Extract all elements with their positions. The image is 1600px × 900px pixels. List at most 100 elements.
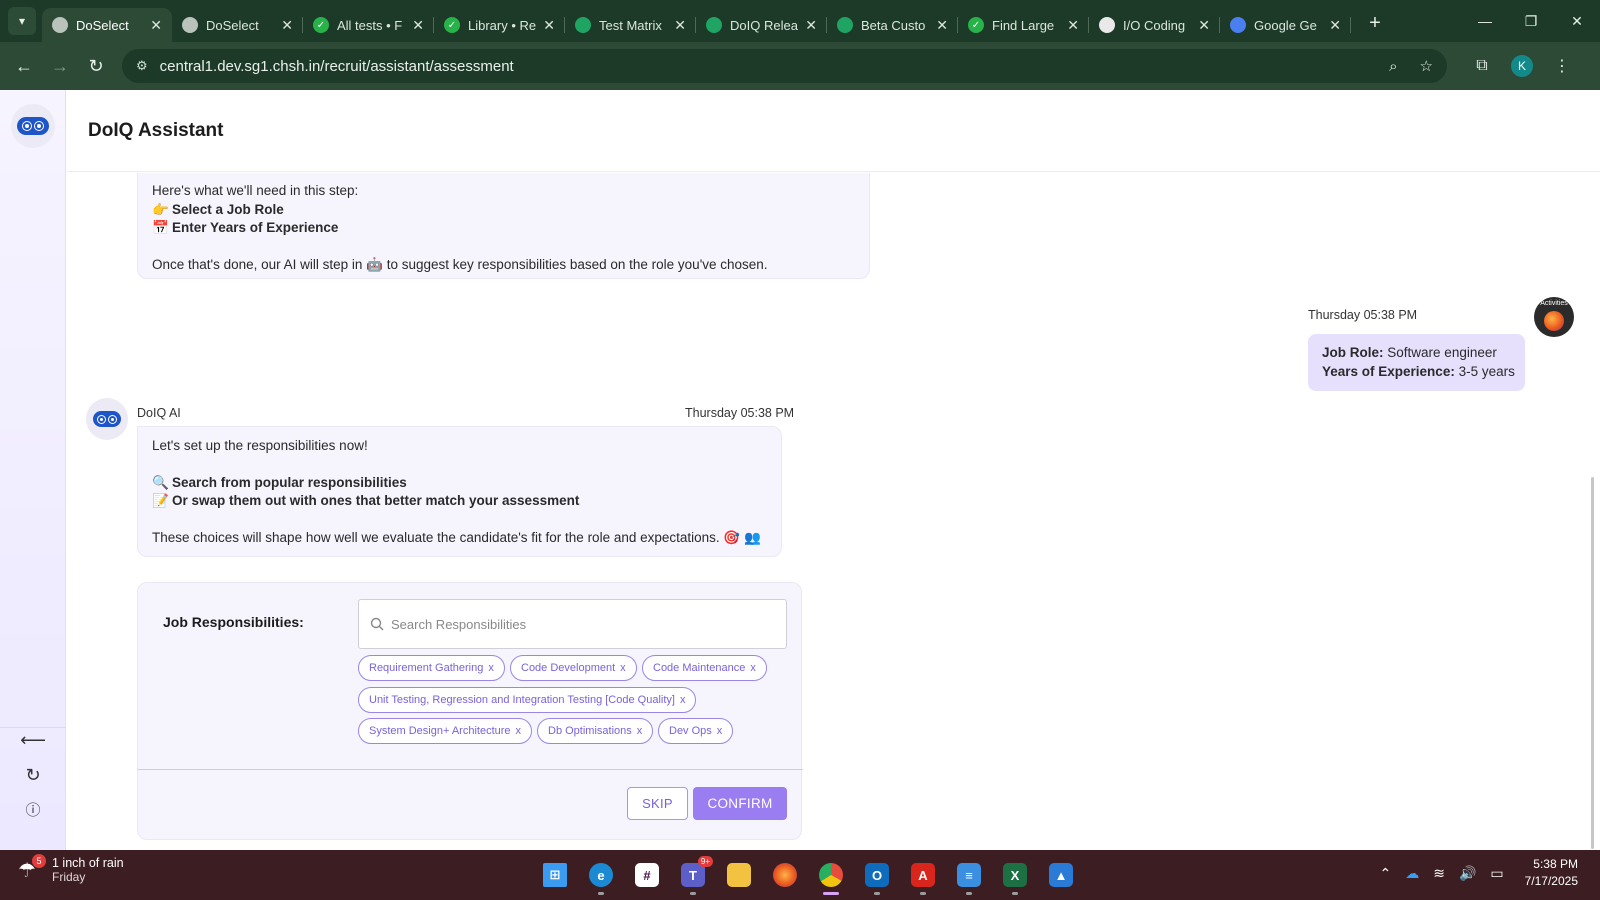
clock[interactable]: 5:38 PM 7/17/2025 bbox=[1525, 856, 1578, 890]
bookmark-star-icon[interactable]: ☆ bbox=[1420, 57, 1433, 75]
close-tab-icon[interactable]: ✕ bbox=[412, 17, 424, 34]
browser-tab[interactable]: I/O Coding ✕ bbox=[1089, 8, 1220, 42]
notepad-icon: ≡ bbox=[957, 863, 981, 887]
reload-button[interactable]: ↻ bbox=[78, 56, 114, 77]
taskbar-notepad[interactable]: ≡ bbox=[946, 858, 992, 895]
remove-chip-icon[interactable]: x bbox=[488, 662, 494, 674]
remove-chip-icon[interactable]: x bbox=[620, 662, 626, 674]
zoom-icon[interactable]: ⌕ bbox=[1389, 58, 1397, 75]
browser-tab[interactable]: ✓ Library • Re ✕ bbox=[434, 8, 565, 42]
close-tab-icon[interactable]: ✕ bbox=[674, 17, 686, 34]
field-value: 3-5 years bbox=[1458, 363, 1515, 379]
browser-tab[interactable]: Beta Custo ✕ bbox=[827, 8, 958, 42]
search-input[interactable] bbox=[391, 616, 771, 632]
wifi-icon[interactable]: ≋ bbox=[1433, 865, 1445, 882]
responsibility-chip[interactable]: Db Optimisations x bbox=[537, 718, 654, 744]
browser-menu-icon[interactable]: ⋮ bbox=[1545, 56, 1579, 76]
responsibility-chip[interactable]: Requirement Gathering x bbox=[358, 655, 505, 681]
forward-button[interactable]: → bbox=[42, 56, 78, 77]
responsibility-chip[interactable]: Code Development x bbox=[510, 655, 637, 681]
clock-time: 5:38 PM bbox=[1533, 857, 1578, 871]
message-item: Select a Job Role bbox=[172, 201, 284, 217]
profile-avatar[interactable]: K bbox=[1511, 55, 1533, 77]
ai-message-bubble: Let's set up the responsibilities now! 🔍… bbox=[137, 426, 782, 557]
remove-chip-icon[interactable]: x bbox=[717, 725, 723, 737]
refresh-icon[interactable]: ↻ bbox=[20, 762, 46, 788]
start-button[interactable]: ⊞ bbox=[532, 858, 578, 892]
clock-date: 7/17/2025 bbox=[1524, 874, 1578, 888]
remove-chip-icon[interactable]: x bbox=[516, 725, 522, 737]
tab-label: DoSelect bbox=[206, 17, 259, 33]
taskbar-edge[interactable]: e bbox=[578, 858, 624, 895]
taskbar-firefox[interactable] bbox=[762, 858, 808, 892]
openai-icon bbox=[1099, 17, 1115, 33]
confirm-button[interactable]: CONFIRM bbox=[693, 787, 787, 820]
window-controls: — ❐ ✕ bbox=[1462, 0, 1600, 42]
new-tab-button[interactable]: + bbox=[1361, 12, 1389, 35]
browser-tab[interactable]: ✓ All tests • F ✕ bbox=[303, 8, 434, 42]
taskbar-slack[interactable]: # bbox=[624, 858, 670, 892]
scrollbar[interactable] bbox=[1591, 477, 1594, 849]
taskbar-excel[interactable]: X bbox=[992, 858, 1038, 895]
back-arrow-icon[interactable]: ⟵ bbox=[20, 727, 46, 753]
avatar-label: Activities bbox=[1540, 300, 1568, 307]
remove-chip-icon[interactable]: x bbox=[637, 725, 643, 737]
tab-label: Test Matrix bbox=[599, 17, 662, 33]
close-tab-icon[interactable]: ✕ bbox=[1067, 17, 1079, 34]
browser-tab[interactable]: DoSelect ✕ bbox=[42, 8, 172, 42]
tab-search-button[interactable]: ▾ bbox=[8, 7, 36, 35]
sheets-icon bbox=[575, 17, 591, 33]
firefox-logo-icon bbox=[1544, 311, 1564, 331]
taskbar-explorer[interactable] bbox=[716, 858, 762, 892]
message-text: Here's what we'll need in this step: bbox=[152, 183, 359, 198]
responsibility-chip[interactable]: System Design+ Architecture x bbox=[358, 718, 533, 744]
chevron-up-icon[interactable]: ⌃ bbox=[1379, 865, 1391, 882]
sender-name: DoIQ AI bbox=[137, 406, 181, 420]
skip-button[interactable]: SKIP bbox=[627, 787, 688, 820]
browser-tab[interactable]: Test Matrix ✕ bbox=[565, 8, 696, 42]
browser-tab[interactable]: DoSelect ✕ bbox=[172, 8, 303, 42]
browser-tab[interactable]: DoIQ Relea ✕ bbox=[696, 8, 827, 42]
volume-icon[interactable]: 🔊 bbox=[1459, 865, 1476, 882]
responsibility-chip[interactable]: Code Maintenance x bbox=[642, 655, 767, 681]
browser-tab[interactable]: Google Ge ✕ bbox=[1220, 8, 1351, 42]
close-tab-icon[interactable]: ✕ bbox=[936, 17, 948, 34]
extensions-icon[interactable]: ⧉ bbox=[1465, 57, 1499, 75]
onedrive-icon[interactable]: ☁ bbox=[1405, 865, 1419, 882]
site-settings-icon[interactable]: ⚙ bbox=[136, 58, 148, 74]
responsibility-chip[interactable]: Dev Ops x bbox=[658, 718, 734, 744]
message-text: Once that's done, our AI will step in 🤖 … bbox=[152, 256, 768, 272]
taskbar-apps: ⊞ e # T 9+ O A ≡ X ▲ bbox=[532, 856, 1084, 895]
close-tab-icon[interactable]: ✕ bbox=[1329, 17, 1341, 34]
taskbar-outlook[interactable]: O bbox=[854, 858, 900, 895]
chip-label: Db Optimisations bbox=[548, 725, 632, 737]
excel-icon: X bbox=[1003, 863, 1027, 887]
chip-label: Requirement Gathering bbox=[369, 662, 484, 674]
close-tab-icon[interactable]: ✕ bbox=[281, 17, 293, 34]
weather-widget[interactable]: ☂ 5 1 inch of rain Friday bbox=[18, 854, 124, 884]
close-window-button[interactable]: ✕ bbox=[1554, 13, 1600, 30]
taskbar-photos[interactable]: ▲ bbox=[1038, 858, 1084, 892]
remove-chip-icon[interactable]: x bbox=[680, 694, 686, 706]
close-tab-icon[interactable]: ✕ bbox=[805, 17, 817, 34]
responsibility-chip[interactable]: Unit Testing, Regression and Integration… bbox=[358, 687, 697, 713]
taskbar-teams[interactable]: T 9+ bbox=[670, 856, 716, 895]
back-button[interactable]: ← bbox=[6, 56, 42, 77]
close-tab-icon[interactable]: ✕ bbox=[543, 17, 555, 34]
taskbar-chrome[interactable] bbox=[808, 858, 854, 895]
remove-chip-icon[interactable]: x bbox=[750, 662, 756, 674]
battery-icon[interactable]: ▭ bbox=[1490, 865, 1503, 882]
chip-label: Dev Ops bbox=[669, 725, 712, 737]
close-tab-icon[interactable]: ✕ bbox=[150, 17, 162, 34]
chip-label: Unit Testing, Regression and Integration… bbox=[369, 694, 675, 706]
restore-button[interactable]: ❐ bbox=[1508, 13, 1554, 30]
minimize-button[interactable]: — bbox=[1462, 13, 1508, 29]
info-icon[interactable]: ⓘ bbox=[20, 796, 46, 822]
address-bar[interactable]: ⚙ central1.dev.sg1.chsh.in/recruit/assis… bbox=[122, 49, 1447, 83]
search-field[interactable] bbox=[358, 599, 787, 649]
field-label: Job Role: bbox=[1322, 345, 1384, 360]
close-tab-icon[interactable]: ✕ bbox=[1198, 17, 1210, 34]
field-label: Years of Experience: bbox=[1322, 363, 1455, 379]
taskbar-acrobat[interactable]: A bbox=[900, 858, 946, 895]
browser-tab[interactable]: ✓ Find Large ✕ bbox=[958, 8, 1089, 42]
